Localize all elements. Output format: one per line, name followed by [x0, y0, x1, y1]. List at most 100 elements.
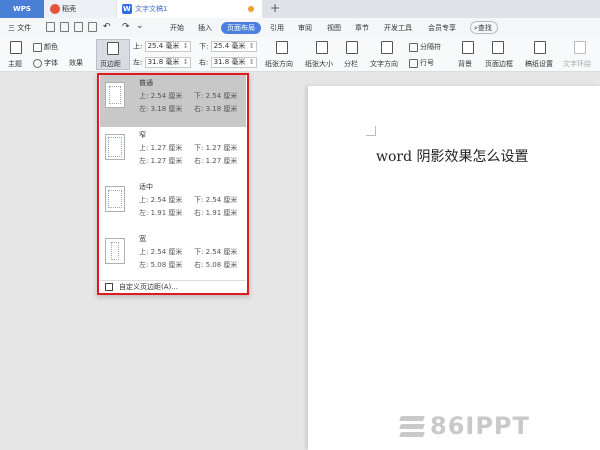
top-margin-input[interactable]: 25.4 毫米	[144, 41, 191, 52]
left-margin-label: 左:	[133, 58, 143, 67]
preview-icon[interactable]	[88, 22, 97, 32]
menu-tab-insert[interactable]: 插入	[198, 22, 212, 34]
margin-preview-icon	[105, 238, 125, 264]
grid-paper-button[interactable]: 稿纸设置	[525, 59, 553, 69]
option-right: 右: 3.18 厘米	[194, 105, 238, 113]
undo-icon[interactable]: ↶	[103, 21, 111, 33]
theme-icon	[10, 41, 22, 54]
paper-size-button[interactable]: 纸张大小	[305, 59, 333, 69]
left-margin-input[interactable]: 31.8 毫米	[144, 57, 191, 68]
save-icon[interactable]	[46, 22, 55, 32]
print-icon[interactable]	[74, 22, 83, 32]
break-label: 分隔符	[420, 43, 441, 51]
margin-icon	[107, 42, 119, 55]
option-name: 普通	[139, 79, 153, 87]
title-tab-bar: WPS 稻壳 文字文稿1 +	[0, 0, 600, 18]
option-name: 窄	[139, 131, 146, 139]
tab-daoke[interactable]: 稻壳	[44, 0, 116, 18]
break-icon	[409, 42, 418, 52]
text-wrap-button[interactable]: 文字环绕	[563, 59, 591, 69]
option-bottom: 下: 1.27 厘米	[194, 144, 238, 152]
bottom-margin-field[interactable]: 下: 25.4 毫米	[199, 41, 257, 52]
margin-option-moderate[interactable]: 适中 上: 2.54 厘米 下: 2.54 厘米 左: 1.91 厘米 右: 1…	[100, 179, 246, 231]
columns-icon	[346, 41, 358, 54]
custom-margin-label: 自定义页边距(A)...	[119, 283, 178, 291]
margin-dropdown: 普通 上: 2.54 厘米 下: 2.54 厘米 左: 3.18 厘米 右: 3…	[97, 73, 249, 295]
search-label: 查找	[477, 24, 492, 32]
menu-tab-start[interactable]: 开始	[170, 22, 184, 34]
color-button[interactable]: 颜色	[33, 42, 58, 52]
option-bottom: 下: 2.54 厘米	[194, 92, 238, 100]
menu-tab-page-layout[interactable]: 页面布局	[221, 22, 261, 34]
margin-corner-mark	[366, 126, 376, 136]
line-number-icon	[409, 58, 418, 68]
option-top: 上: 2.54 厘米	[139, 248, 183, 256]
custom-margin-icon	[105, 283, 113, 291]
background-icon	[462, 41, 474, 54]
search-button[interactable]: ⌕查找	[470, 21, 498, 34]
bottom-margin-input[interactable]: 25.4 毫米	[210, 41, 257, 52]
watermark-text: 86IPPT	[430, 412, 530, 440]
break-button[interactable]: 分隔符	[409, 42, 441, 52]
top-margin-field[interactable]: 上: 25.4 毫米	[133, 41, 191, 52]
document-text[interactable]: word 阴影效果怎么设置	[376, 146, 529, 166]
text-direction-icon	[381, 41, 393, 54]
option-left: 左: 5.08 厘米	[139, 261, 183, 269]
line-number-button[interactable]: 行号	[409, 58, 434, 68]
margin-preview-icon	[105, 134, 125, 160]
right-margin-field[interactable]: 右: 31.8 毫米	[199, 57, 257, 68]
new-tab-button[interactable]: +	[270, 0, 280, 17]
option-name: 宽	[139, 235, 146, 243]
margin-option-narrow[interactable]: 窄 上: 1.27 厘米 下: 1.27 厘米 左: 1.27 厘米 右: 1.…	[100, 127, 246, 179]
color-icon	[33, 42, 42, 52]
menu-tab-member[interactable]: 会员专享	[428, 22, 456, 34]
export-icon[interactable]	[60, 22, 69, 32]
menu-tab-references[interactable]: 引用	[270, 22, 284, 34]
color-label: 颜色	[44, 43, 58, 51]
page-border-button[interactable]: 页面边框	[485, 59, 513, 69]
option-bottom: 下: 2.54 厘米	[194, 196, 238, 204]
file-menu[interactable]: 三 文件	[8, 22, 31, 34]
margin-button[interactable]: 页边距	[96, 39, 130, 70]
text-direction-button[interactable]: 文字方向	[370, 59, 398, 69]
font-button[interactable]: 字体	[33, 58, 58, 68]
top-margin-label: 上:	[133, 42, 143, 51]
option-name: 适中	[139, 183, 153, 191]
tab-wps-home[interactable]: WPS	[0, 0, 44, 18]
more-icon[interactable]: ⌄	[136, 20, 144, 32]
redo-icon[interactable]: ↷	[122, 21, 130, 33]
orientation-icon	[276, 41, 288, 54]
word-doc-icon	[122, 0, 132, 18]
watermark-logo: 86IPPT	[399, 412, 530, 440]
background-button[interactable]: 背景	[458, 59, 472, 69]
line-number-label: 行号	[420, 59, 434, 67]
option-bottom: 下: 2.54 厘米	[194, 248, 238, 256]
theme-button[interactable]: 主题	[8, 59, 22, 69]
menu-tab-section[interactable]: 章节	[355, 22, 369, 34]
left-margin-field[interactable]: 左: 31.8 毫米	[133, 57, 191, 68]
option-right: 右: 1.27 厘米	[194, 157, 238, 165]
paper-size-icon	[316, 41, 328, 54]
tab-document[interactable]: 文字文稿1	[117, 0, 262, 18]
option-left: 左: 3.18 厘米	[139, 105, 183, 113]
unsaved-dot-icon	[248, 6, 254, 12]
option-right: 右: 1.91 厘米	[194, 209, 238, 217]
custom-margin-menu-item[interactable]: 自定义页边距(A)...	[100, 280, 246, 293]
columns-button[interactable]: 分栏	[344, 59, 358, 69]
margin-button-label: 页边距	[100, 60, 121, 68]
menu-tab-review[interactable]: 审阅	[298, 22, 312, 34]
right-margin-input[interactable]: 31.8 毫米	[210, 57, 257, 68]
tab-wps-label: WPS	[13, 5, 31, 13]
menu-bar: 三 文件 ↶ ↷ ⌄ 开始 插入 页面布局 引用 审阅 视图 章节 开发工具 会…	[0, 18, 600, 37]
margin-option-wide[interactable]: 宽 上: 2.54 厘米 下: 2.54 厘米 左: 5.08 厘米 右: 5.…	[100, 231, 246, 283]
watermark-stack-icon	[399, 416, 425, 438]
document-page[interactable]: word 阴影效果怎么设置	[308, 86, 600, 450]
effect-button[interactable]: 效果	[69, 58, 83, 68]
grid-paper-icon	[534, 41, 546, 54]
font-icon	[33, 58, 42, 68]
margin-option-normal[interactable]: 普通 上: 2.54 厘米 下: 2.54 厘米 左: 3.18 厘米 右: 3…	[100, 75, 246, 127]
orientation-button[interactable]: 纸张方向	[265, 59, 293, 69]
menu-tab-view[interactable]: 视图	[327, 22, 341, 34]
menu-tab-developer[interactable]: 开发工具	[384, 22, 412, 34]
margin-preview-icon	[105, 82, 125, 108]
